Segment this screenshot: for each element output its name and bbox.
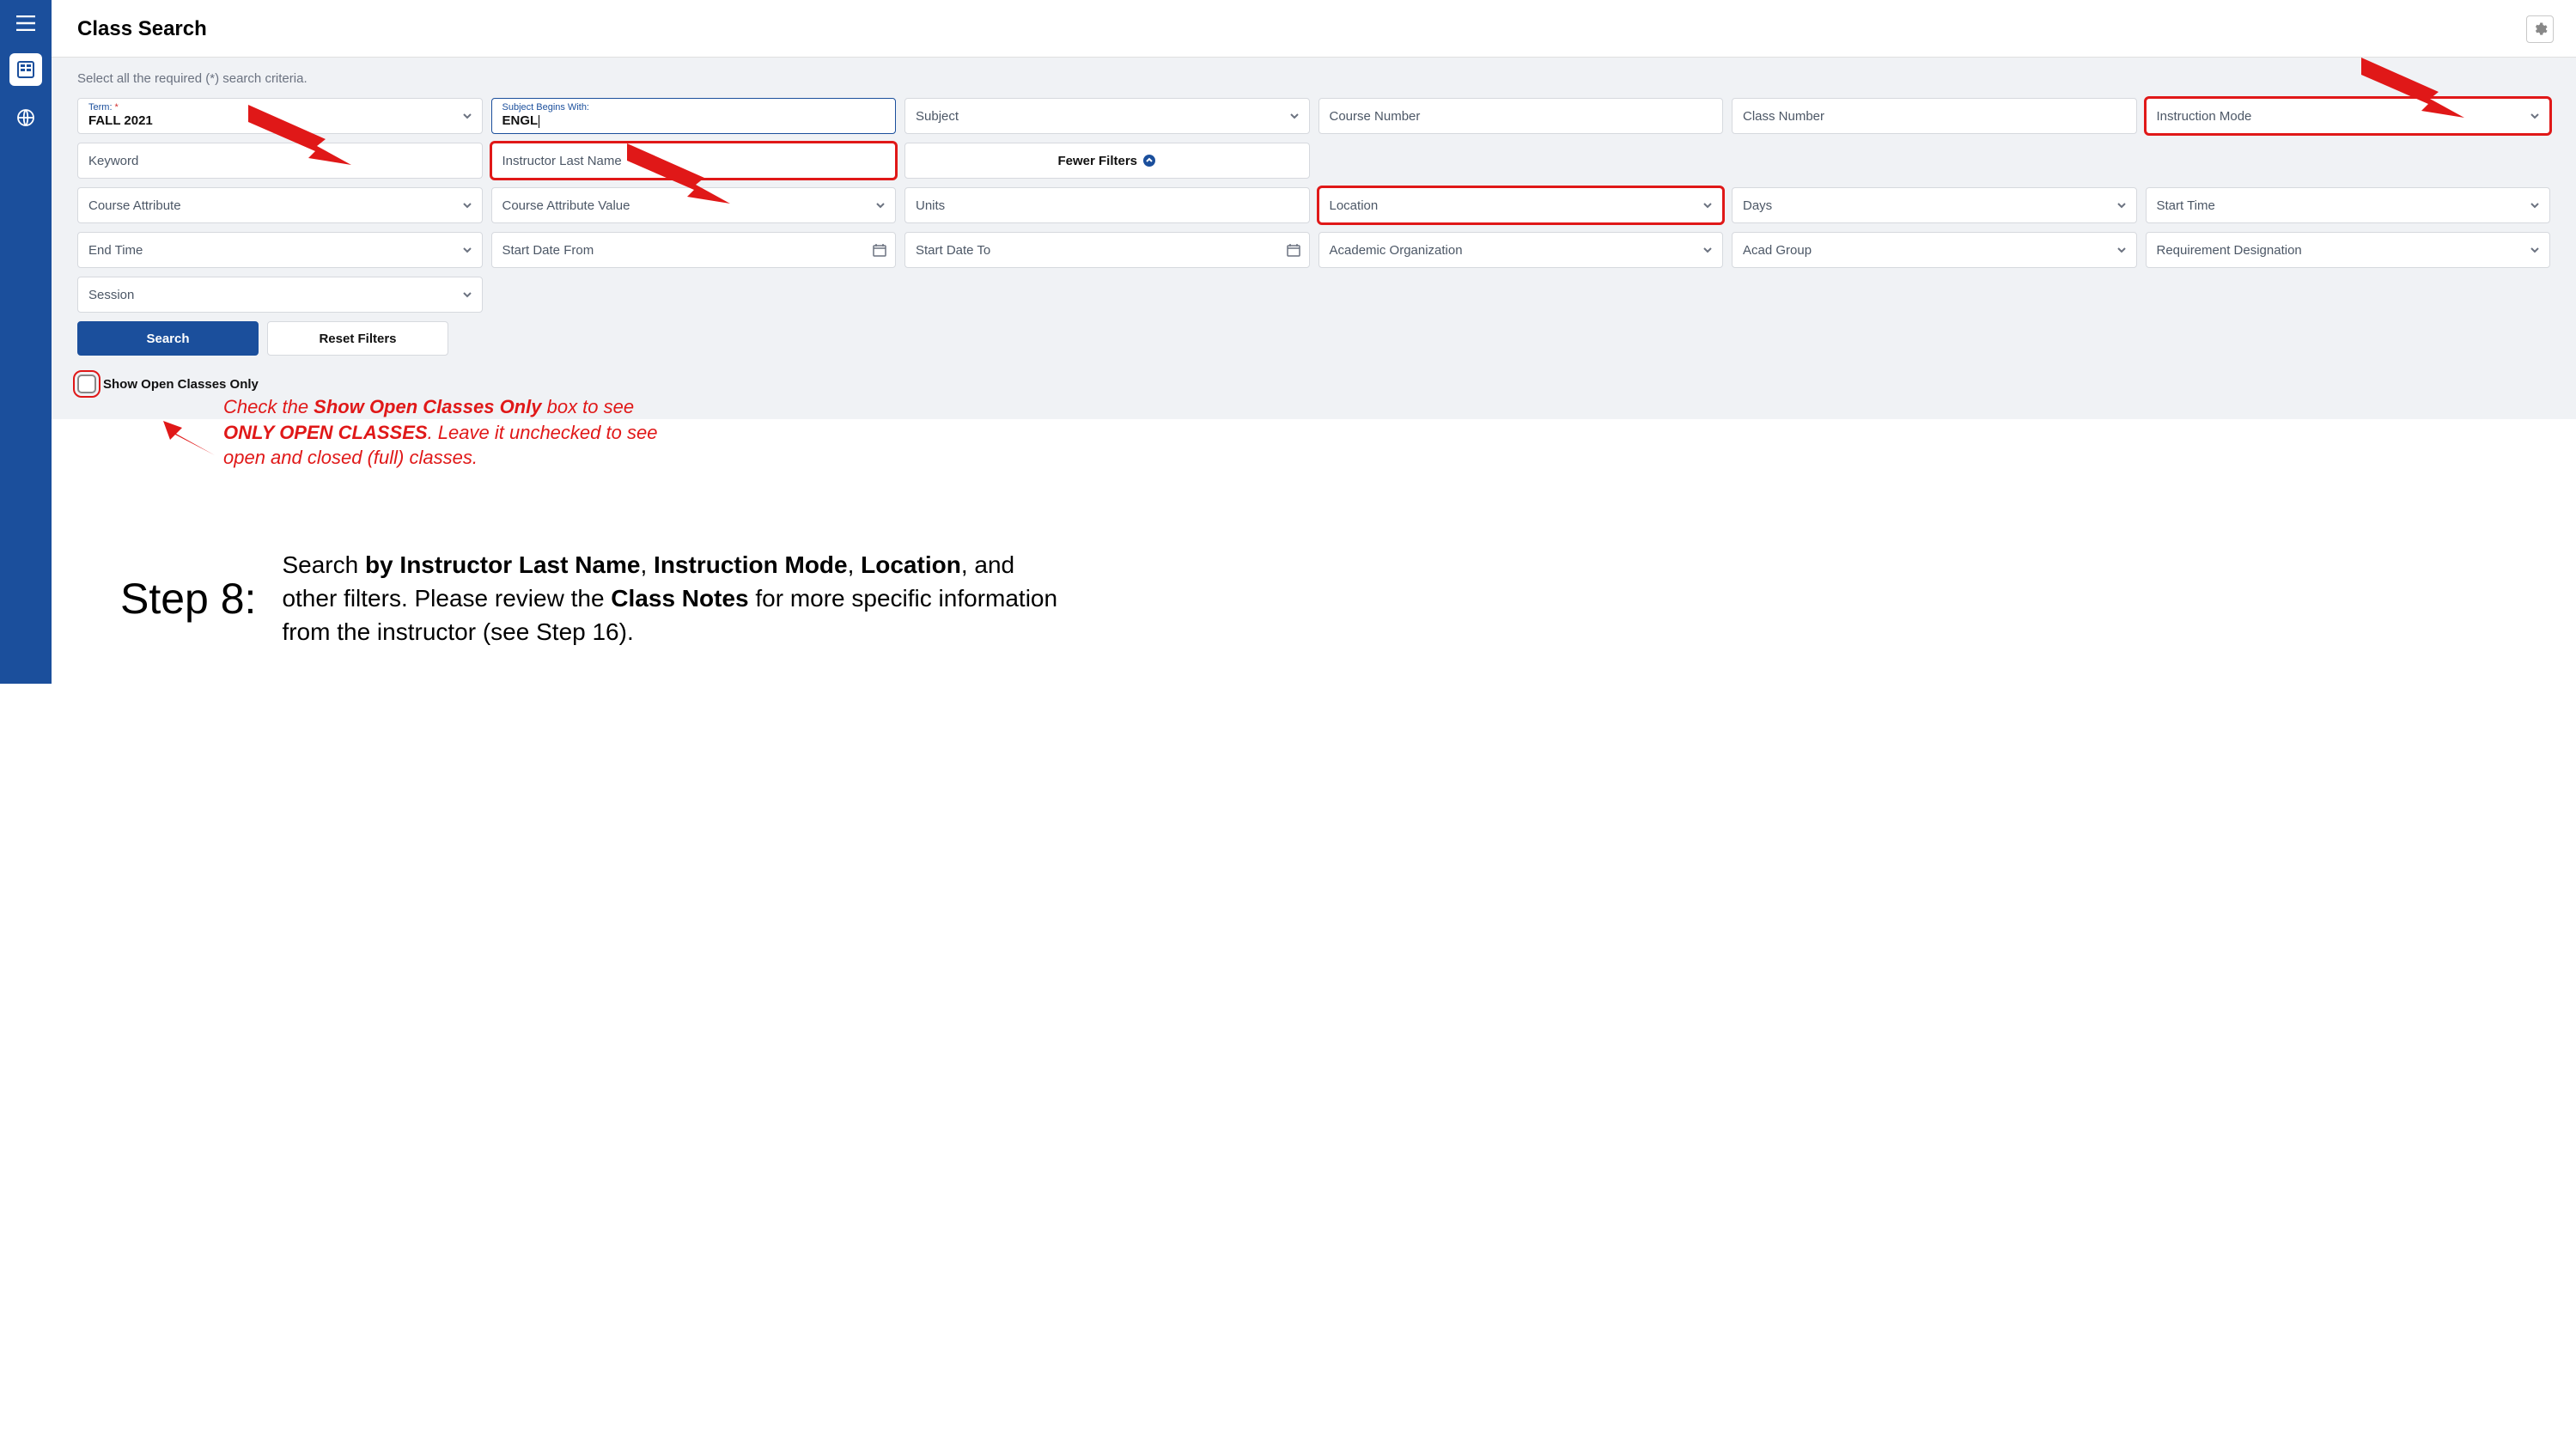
class-number-input[interactable]: Class Number xyxy=(1732,98,2137,134)
start-time-select[interactable]: Start Time xyxy=(2146,187,2551,223)
term-select[interactable]: Term: FALL 2021 xyxy=(77,98,483,134)
chevron-down-icon xyxy=(1702,244,1714,256)
step-description: Search by Instructor Last Name, Instruct… xyxy=(282,548,1072,649)
chevron-down-icon xyxy=(1288,110,1300,122)
term-label: Term: xyxy=(88,103,119,113)
start-date-from-input[interactable]: Start Date From xyxy=(491,232,897,268)
instruction-mode-select[interactable]: Instruction Mode xyxy=(2146,98,2551,134)
search-filters-panel: Select all the required (*) search crite… xyxy=(52,58,2576,419)
acad-group-select[interactable]: Acad Group xyxy=(1732,232,2137,268)
subject-begins-label: Subject Begins With: xyxy=(502,103,590,113)
subject-begins-input[interactable]: Subject Begins With: ENGL xyxy=(491,98,897,134)
chevron-down-icon xyxy=(2116,244,2128,256)
course-number-input[interactable]: Course Number xyxy=(1318,98,1724,134)
chevron-down-icon xyxy=(2529,110,2541,122)
page-header: Class Search xyxy=(52,0,2576,58)
chevron-down-icon xyxy=(461,244,473,256)
page-title: Class Search xyxy=(77,17,207,41)
chevron-down-icon xyxy=(874,199,886,211)
show-open-classes-label: Show Open Classes Only xyxy=(103,377,259,392)
location-select[interactable]: Location xyxy=(1318,187,1724,223)
gear-icon xyxy=(2532,21,2548,37)
step-number: Step 8: xyxy=(120,574,256,624)
sidebar xyxy=(0,0,52,684)
class-search-nav-icon[interactable] xyxy=(9,53,42,86)
end-time-select[interactable]: End Time xyxy=(77,232,483,268)
criteria-instruction: Select all the required (*) search crite… xyxy=(77,71,2550,86)
search-button[interactable]: Search xyxy=(77,321,259,356)
reset-filters-button[interactable]: Reset Filters xyxy=(267,321,448,356)
subject-select[interactable]: Subject xyxy=(904,98,1310,134)
units-input[interactable]: Units xyxy=(904,187,1310,223)
chevron-down-icon xyxy=(2529,199,2541,211)
settings-button[interactable] xyxy=(2526,15,2554,43)
annotation-text: Check the Show Open Classes Only box to … xyxy=(223,394,670,471)
collapse-icon xyxy=(1142,154,1156,167)
show-open-classes-checkbox[interactable] xyxy=(77,374,96,393)
chevron-down-icon xyxy=(1702,199,1714,211)
globe-icon[interactable] xyxy=(16,108,35,127)
calendar-icon xyxy=(1287,243,1300,257)
chevron-down-icon xyxy=(2529,244,2541,256)
chevron-down-icon xyxy=(2116,199,2128,211)
fewer-filters-button[interactable]: Fewer Filters xyxy=(904,143,1310,179)
requirement-designation-select[interactable]: Requirement Designation xyxy=(2146,232,2551,268)
term-value: FALL 2021 xyxy=(88,113,153,129)
calendar-icon xyxy=(873,243,886,257)
keyword-input[interactable]: Keyword xyxy=(77,143,483,179)
session-select[interactable]: Session xyxy=(77,277,483,313)
chevron-down-icon xyxy=(461,289,473,301)
course-attribute-value-select[interactable]: Course Attribute Value xyxy=(491,187,897,223)
days-select[interactable]: Days xyxy=(1732,187,2137,223)
academic-org-select[interactable]: Academic Organization xyxy=(1318,232,1724,268)
course-attribute-select[interactable]: Course Attribute xyxy=(77,187,483,223)
start-date-to-input[interactable]: Start Date To xyxy=(904,232,1310,268)
chevron-down-icon xyxy=(461,199,473,211)
instructor-last-name-input[interactable]: Instructor Last Name xyxy=(491,143,897,179)
hamburger-menu-icon[interactable] xyxy=(16,15,35,31)
subject-begins-value: ENGL xyxy=(502,113,540,129)
chevron-down-icon xyxy=(461,110,473,122)
